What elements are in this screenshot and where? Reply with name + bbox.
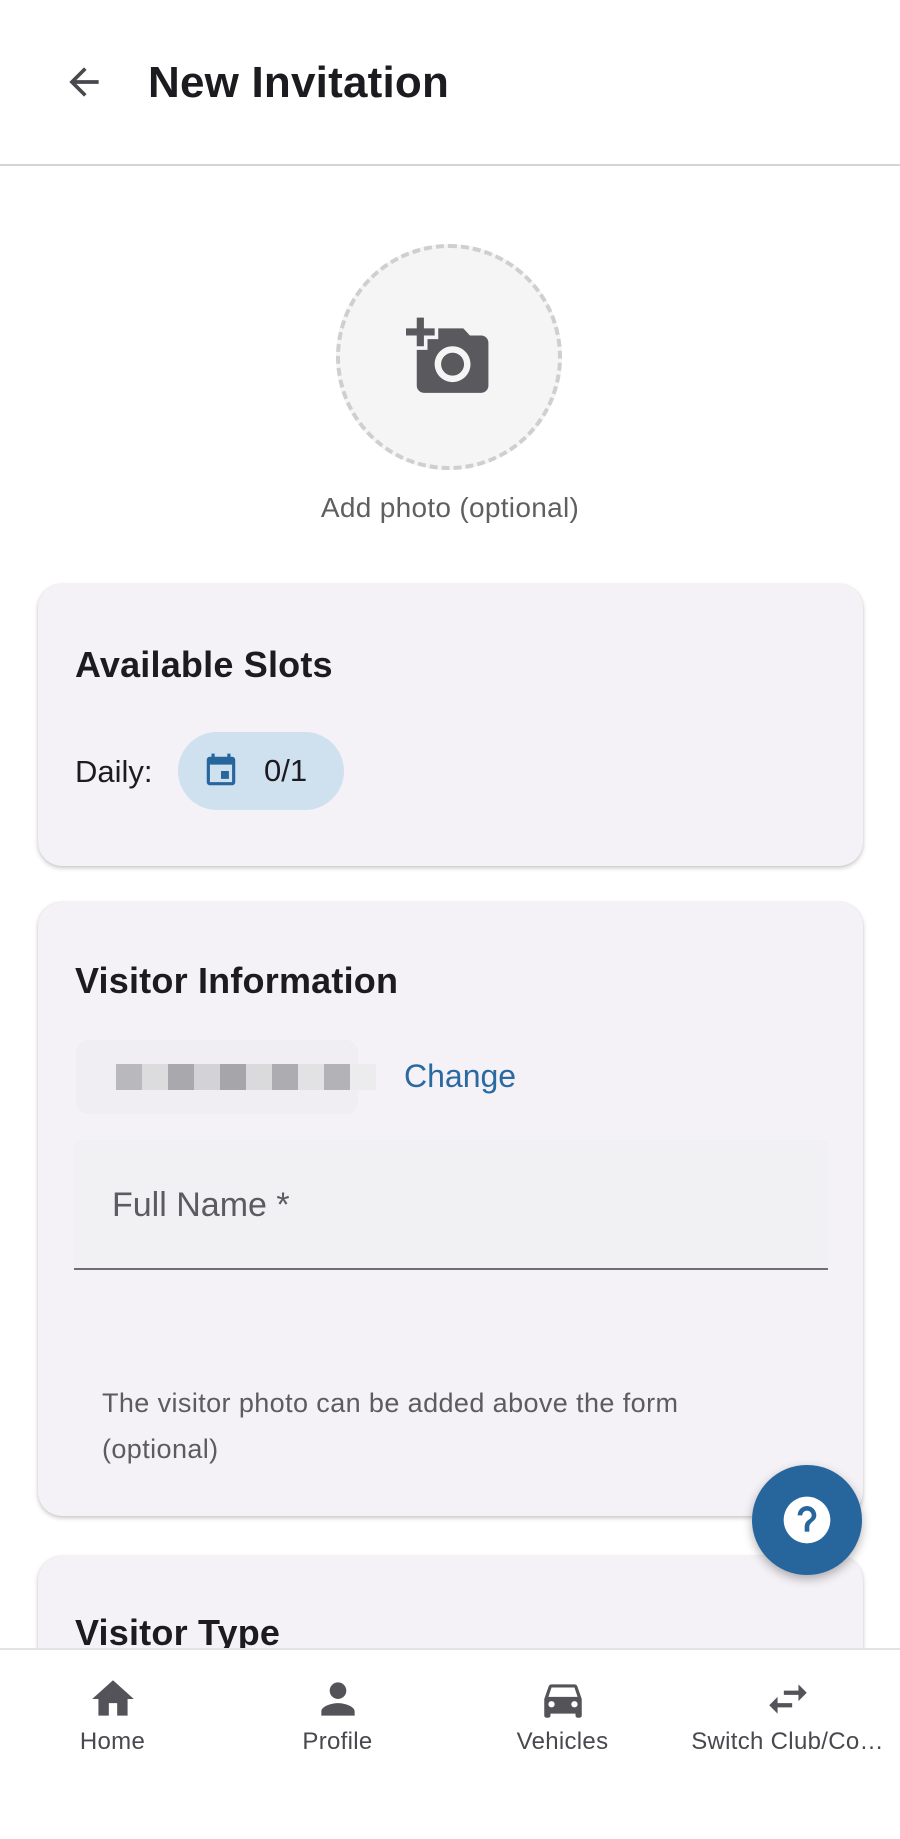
add-camera-icon xyxy=(406,317,489,393)
add-photo-caption: Add photo (optional) xyxy=(320,492,580,523)
photo-helper-text: The visitor photo can be added above the… xyxy=(102,1388,679,1464)
arrow-back-icon xyxy=(69,67,99,97)
help-icon xyxy=(783,1496,831,1544)
visitor-information-card: Visitor Information Change Full Name * T… xyxy=(38,902,863,1516)
swap-icon xyxy=(768,1684,807,1714)
nav-label-home: Home xyxy=(79,1728,146,1755)
nav-item-switch-club[interactable]: Switch Club/Co… xyxy=(675,1650,900,1770)
full-name-label: Full Name * xyxy=(112,1186,290,1224)
change-visitor-link[interactable]: Change xyxy=(404,1058,516,1095)
selected-visitor-chip xyxy=(76,1040,376,1114)
car-icon xyxy=(543,1684,582,1718)
nav-item-profile[interactable]: Profile xyxy=(225,1650,450,1770)
person-icon xyxy=(320,1682,355,1716)
nav-item-home[interactable]: Home xyxy=(0,1650,225,1770)
home-icon xyxy=(91,1680,134,1716)
full-name-field[interactable]: Full Name * xyxy=(74,1140,828,1270)
visitor-information-title: Visitor Information xyxy=(75,960,399,1001)
daily-slots-value: 0/1 xyxy=(264,753,308,788)
bottom-navigation: Home Profile Vehicles Switch Club/Co… xyxy=(0,1648,900,1839)
redacted-visitor-name xyxy=(116,1064,376,1090)
available-slots-card: Available Slots Daily: 0/1 xyxy=(38,584,863,866)
help-button[interactable] xyxy=(752,1465,862,1575)
nav-label-profile: Profile xyxy=(302,1728,373,1755)
page-title: New Invitation xyxy=(148,58,450,107)
available-slots-title: Available Slots xyxy=(75,644,333,685)
daily-label: Daily: xyxy=(75,754,153,789)
nav-label-vehicles: Vehicles xyxy=(516,1728,609,1755)
nav-label-switch-club: Switch Club/Co… xyxy=(691,1728,884,1755)
daily-slots-chip: 0/1 xyxy=(178,732,344,810)
back-button[interactable] xyxy=(52,50,116,114)
add-photo-button[interactable] xyxy=(336,244,562,470)
nav-item-vehicles[interactable]: Vehicles xyxy=(450,1650,675,1770)
app-bar: New Invitation xyxy=(0,0,900,166)
calendar-icon xyxy=(206,753,236,786)
